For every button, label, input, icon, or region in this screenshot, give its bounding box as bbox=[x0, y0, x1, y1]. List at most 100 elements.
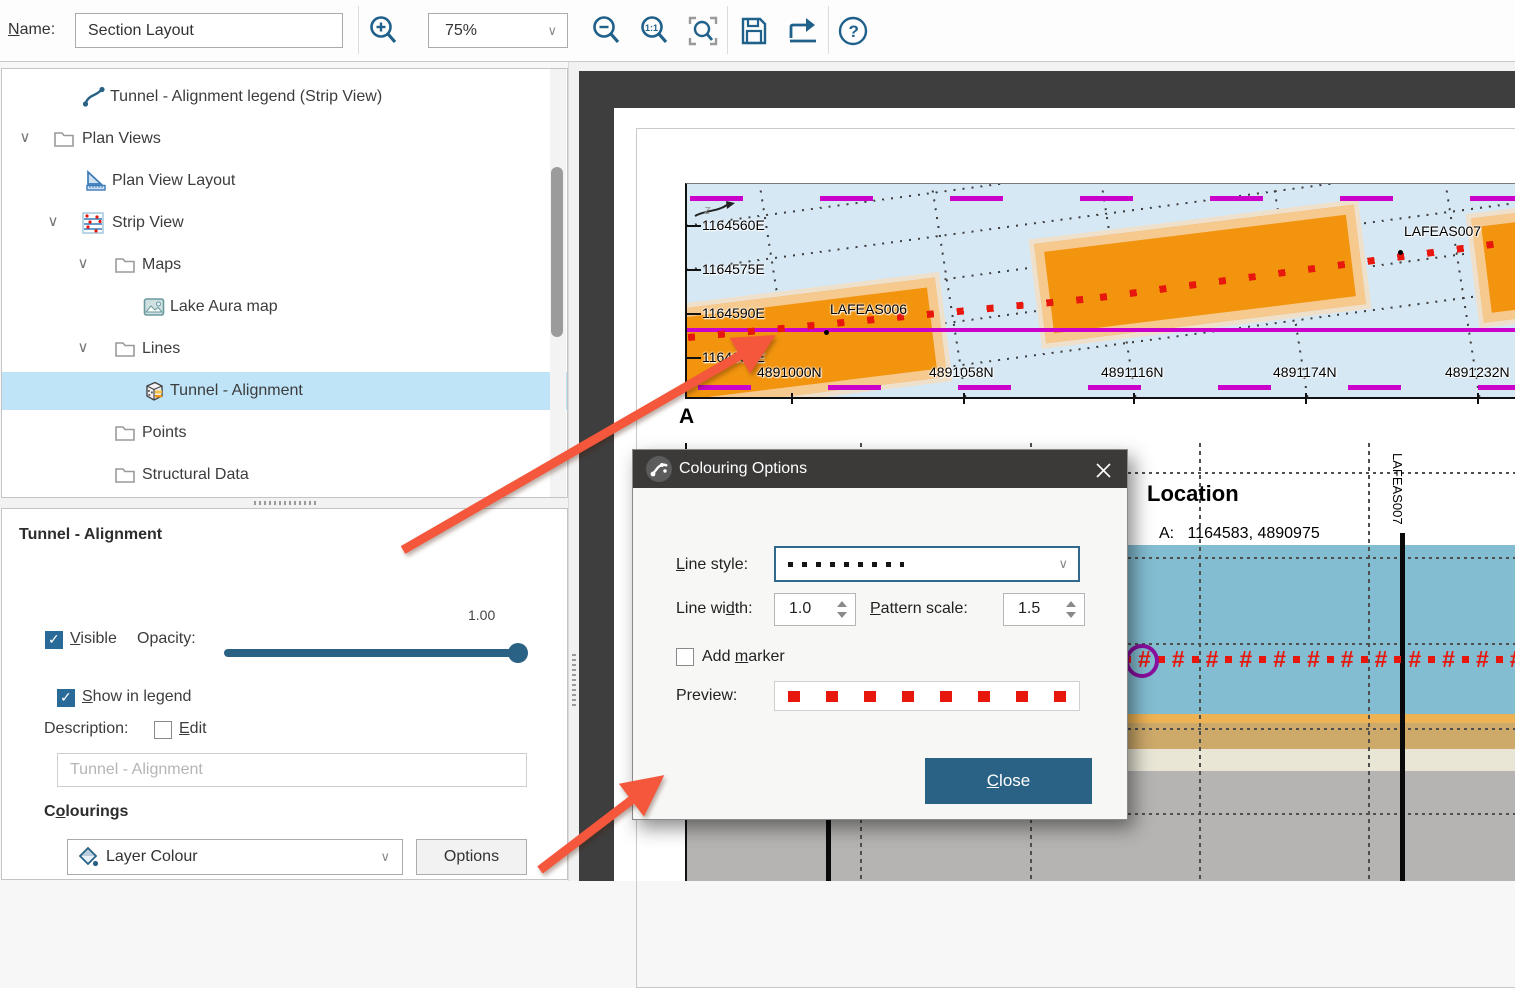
tree-item-label: Structural Data bbox=[142, 466, 249, 484]
map-edge-dash bbox=[958, 385, 1011, 390]
splitter-grip-icon bbox=[254, 501, 316, 505]
opacity-slider-track[interactable] bbox=[224, 649, 527, 657]
sidebar-item-tunnel-alignment[interactable]: Tunnel - Alignment bbox=[2, 372, 567, 410]
map-edge-dash bbox=[698, 385, 751, 390]
chevron-down-icon[interactable]: ∨ bbox=[14, 128, 36, 150]
show-in-legend-checkbox[interactable] bbox=[57, 689, 75, 707]
preview-label: Preview: bbox=[676, 687, 737, 705]
visible-checkbox[interactable] bbox=[45, 631, 63, 649]
drillhole-collar bbox=[1398, 250, 1403, 255]
dialog-titlebar[interactable]: Colouring Options bbox=[633, 450, 1127, 488]
zoom-level-select[interactable]: 75% ∨ bbox=[428, 13, 568, 48]
close-label: Close bbox=[987, 771, 1030, 791]
zoom-actual-size-button[interactable]: 1:1 bbox=[636, 12, 674, 50]
colouring-select[interactable]: Layer Colour ∨ bbox=[67, 839, 403, 875]
paint-bucket-icon bbox=[76, 845, 100, 869]
close-button[interactable]: Close bbox=[925, 758, 1092, 804]
chevron-down-icon[interactable]: ∨ bbox=[72, 338, 94, 360]
map-edge-dash bbox=[1348, 385, 1401, 390]
zoom-out-button[interactable] bbox=[588, 12, 626, 50]
tunnel-marker-row: ############# bbox=[1124, 639, 1515, 679]
spinner-up-icon[interactable] bbox=[1066, 601, 1076, 607]
page-top-strip bbox=[568, 62, 1515, 71]
description-input[interactable] bbox=[57, 753, 527, 787]
zoom-out-icon bbox=[590, 14, 624, 48]
options-label: Options bbox=[444, 848, 499, 866]
map-axis-tick bbox=[1477, 393, 1479, 404]
vertical-splitter[interactable] bbox=[568, 62, 579, 881]
spinner-down-icon[interactable] bbox=[837, 612, 847, 618]
chevron-down-icon[interactable]: ∨ bbox=[42, 212, 64, 234]
tree-item-label: Tunnel - Alignment bbox=[170, 382, 303, 400]
zoom-in-button[interactable] bbox=[365, 12, 403, 50]
sidebar-item-structural-data[interactable]: Structural Data bbox=[2, 456, 567, 494]
sidebar-item-plan-views[interactable]: ∨Plan Views bbox=[2, 120, 567, 158]
zoom-fit-button[interactable] bbox=[684, 12, 722, 50]
map-image-icon bbox=[142, 295, 166, 319]
help-button[interactable]: ? bbox=[834, 12, 872, 50]
map-edge-dash bbox=[820, 196, 873, 201]
map-tick bbox=[687, 269, 701, 271]
marker-dot bbox=[1394, 656, 1401, 663]
marker-hash: # bbox=[1273, 646, 1286, 673]
sidebar-item-lake-aura-map[interactable]: Lake Aura map bbox=[2, 288, 567, 326]
drillhole-label: LAFEAS007 bbox=[1390, 453, 1405, 539]
zoom-in-icon bbox=[367, 14, 401, 48]
preview-dash bbox=[864, 691, 876, 702]
options-button[interactable]: Options bbox=[416, 839, 527, 875]
app-logo-icon bbox=[645, 455, 673, 483]
add-marker-checkbox[interactable] bbox=[676, 648, 694, 666]
map-edge-dash bbox=[828, 385, 881, 390]
line-style-select[interactable]: ∨ bbox=[774, 546, 1080, 582]
sidebar-item-lines[interactable]: ∨Lines bbox=[2, 330, 567, 368]
tree-scrollbar-track[interactable] bbox=[550, 69, 566, 497]
line-width-spinner[interactable]: 1.0 bbox=[774, 593, 856, 626]
save-icon bbox=[737, 14, 771, 48]
dialog-close-button[interactable] bbox=[1089, 457, 1117, 483]
northing-label: 4891232N bbox=[1445, 364, 1510, 380]
spinner-up-icon[interactable] bbox=[837, 601, 847, 607]
easting-label: 1164575E bbox=[702, 261, 765, 277]
colouring-options-dialog: Colouring Options Line style: ∨ Line wid… bbox=[632, 449, 1128, 820]
export-button[interactable] bbox=[783, 12, 821, 50]
pattern-scale-spinner[interactable]: 1.5 bbox=[1003, 593, 1085, 626]
chevron-down-icon: ∨ bbox=[1058, 556, 1068, 572]
tree-item-label: Plan View Layout bbox=[112, 172, 235, 190]
section-start-label: A bbox=[679, 405, 694, 429]
edit-description-checkbox[interactable] bbox=[154, 721, 172, 739]
sidebar-item-plan-view-layout[interactable]: Plan View Layout bbox=[2, 162, 567, 200]
tunnel-corridor-patch bbox=[1471, 200, 1515, 322]
save-button[interactable] bbox=[735, 12, 773, 50]
polyline-icon bbox=[82, 85, 106, 109]
sidebar-item-points[interactable]: Points bbox=[2, 414, 567, 452]
sidebar-item-strip-view[interactable]: ∨Strip View bbox=[2, 204, 567, 242]
strip-map-view[interactable]: 1164560E1164575E1164590E1164605E4891000N… bbox=[685, 183, 1515, 399]
layout-name-input[interactable] bbox=[75, 13, 343, 48]
properties-panel: Tunnel - Alignment 1.00 Visible Opacity:… bbox=[1, 508, 568, 880]
panel-splitter[interactable] bbox=[0, 498, 568, 508]
chevron-down-icon[interactable]: ∨ bbox=[72, 254, 94, 276]
tree-scrollbar-thumb[interactable] bbox=[551, 167, 563, 337]
pattern-scale-label: Pattern scale: bbox=[870, 600, 968, 618]
name-label: Name: bbox=[8, 21, 55, 39]
easting-label: 1164605E bbox=[702, 349, 765, 365]
map-edge-dash bbox=[1470, 196, 1515, 201]
line-width-label: Line width: bbox=[676, 600, 753, 618]
edit-label: Edit bbox=[179, 720, 207, 738]
spinner-down-icon[interactable] bbox=[1066, 612, 1076, 618]
opacity-slider-knob[interactable] bbox=[508, 643, 528, 663]
folder-icon bbox=[113, 253, 137, 277]
layout-tree-panel: Tunnel - Alignment legend (Strip View)∨P… bbox=[1, 68, 568, 498]
sidebar-item-tunnel-alignment-legend-strip-view-[interactable]: Tunnel - Alignment legend (Strip View) bbox=[2, 78, 567, 116]
northing-label: 4891000N bbox=[757, 364, 822, 380]
zoom-1-1-icon: 1:1 bbox=[638, 14, 672, 48]
close-icon bbox=[1096, 463, 1111, 478]
marker-hash: # bbox=[1442, 646, 1455, 673]
sidebar-item-maps[interactable]: ∨Maps bbox=[2, 246, 567, 284]
show-in-legend-label: Show in legend bbox=[82, 688, 191, 706]
line-preview-box bbox=[774, 681, 1080, 711]
tree-item-label: Points bbox=[142, 424, 186, 442]
colourings-label: Colourings bbox=[44, 803, 128, 821]
toolbar: Name: 75% ∨ 1:1 bbox=[0, 0, 1515, 62]
map-tick bbox=[687, 225, 701, 227]
